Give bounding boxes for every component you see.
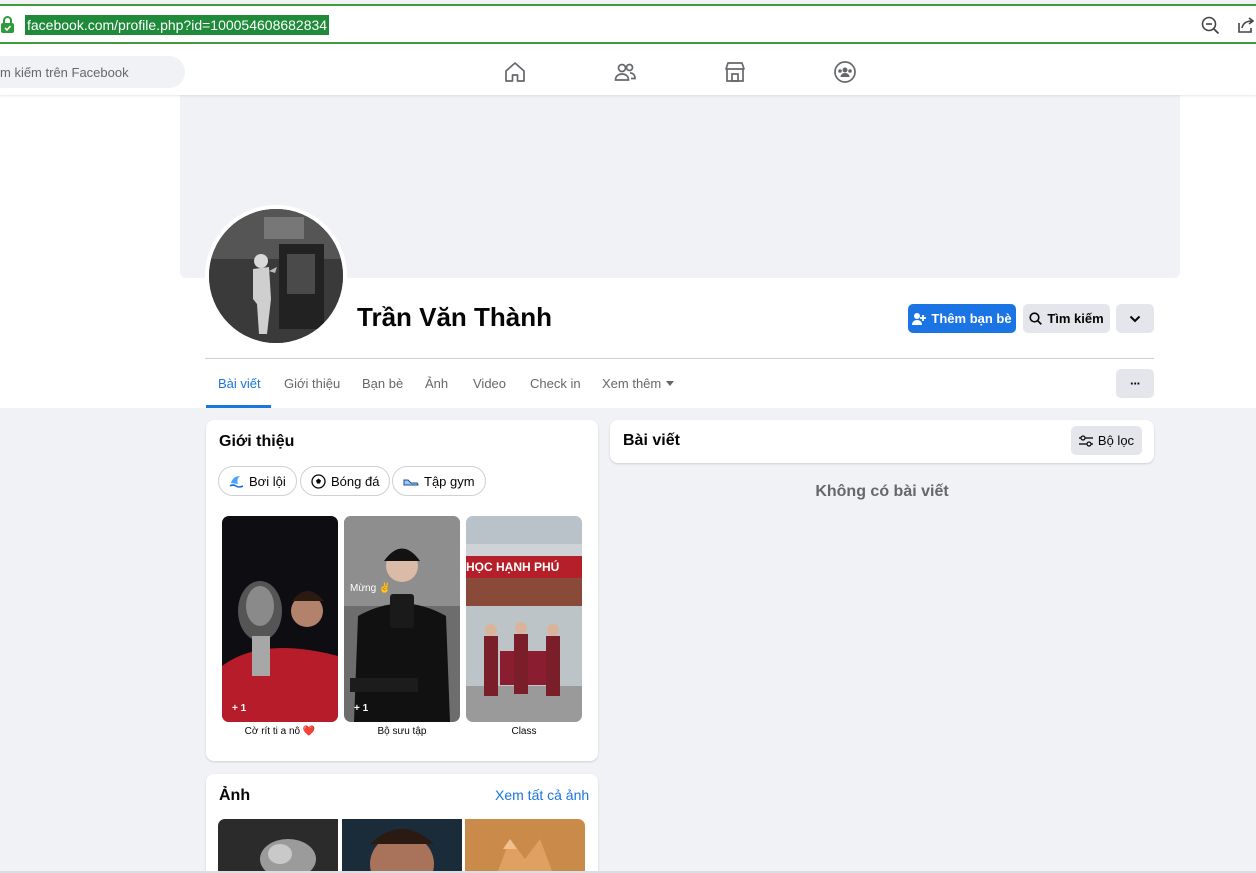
search-input[interactable]: m kiếm trên Facebook — [0, 56, 185, 88]
address-bar-border — [0, 42, 1256, 44]
photo-1 — [218, 819, 338, 873]
featured-count-1: + 1 — [232, 703, 247, 714]
featured-collection-3[interactable]: HỌC HẠNH PHÚ — [466, 516, 582, 722]
caret-down-icon — [666, 380, 675, 386]
hobby-soccer-label: Bóng đá — [331, 473, 380, 489]
tab-videos[interactable]: Video — [473, 376, 506, 391]
share-icon[interactable] — [1236, 15, 1256, 35]
profile-more-button[interactable] — [1116, 304, 1154, 333]
filter-icon — [1078, 434, 1093, 447]
tab-more-options-button[interactable]: ··· — [1116, 369, 1154, 398]
photo-2 — [342, 819, 462, 873]
tab-posts[interactable]: Bài viết — [218, 376, 261, 391]
browser-address-bar: facebook.com/profile.php?id=100054608682… — [0, 0, 1256, 49]
more-options-icon: ··· — [1130, 376, 1141, 391]
avatar-photo — [209, 209, 343, 343]
shoe-icon — [403, 479, 419, 486]
see-all-photos-link[interactable]: Xem tất cả ảnh — [495, 787, 589, 803]
url-field[interactable]: facebook.com/profile.php?id=100054608682… — [25, 15, 330, 35]
friends-icon[interactable] — [613, 60, 637, 84]
tab-checkin[interactable]: Check in — [530, 376, 581, 391]
tab-see-more[interactable]: Xem thêm — [602, 376, 675, 391]
featured-collection-1[interactable]: + 1 — [222, 516, 338, 722]
filter-label: Bộ lọc — [1097, 433, 1135, 448]
hobby-soccer[interactable]: Bóng đá — [300, 466, 391, 496]
search-placeholder: m kiếm trên Facebook — [0, 65, 129, 80]
photos-title: Ảnh — [219, 787, 251, 804]
add-friend-button[interactable]: Thêm bạn bè — [908, 304, 1016, 333]
photo-thumb-1[interactable] — [218, 819, 338, 873]
active-tab-indicator — [206, 405, 271, 408]
featured-photo-3 — [466, 516, 582, 722]
featured-label-3: Class — [511, 726, 537, 737]
posts-title: Bài viết — [623, 432, 680, 449]
search-profile-label: Tìm kiếm — [1047, 311, 1104, 326]
featured-count-2: + 1 — [354, 703, 369, 714]
featured-label-2: Bộ sưu tập — [377, 726, 427, 737]
zoom-out-icon[interactable] — [1200, 15, 1220, 35]
home-icon[interactable] — [503, 60, 527, 84]
lock-icon — [1, 16, 14, 33]
soccer-ball-icon — [311, 473, 326, 489]
featured-overlay-3: HỌC HẠNH PHÚ — [466, 560, 560, 574]
featured-photo-2 — [344, 516, 460, 722]
tab-about[interactable]: Giới thiệu — [284, 376, 340, 391]
browser-tab-strip — [0, 0, 1256, 6]
photo-3 — [465, 819, 585, 873]
profile-avatar[interactable] — [205, 205, 347, 347]
featured-label-1: Cờ rít ti a nô ❤️ — [244, 726, 316, 737]
filter-button[interactable]: Bộ lọc — [1071, 426, 1142, 455]
featured-photo-1 — [222, 516, 338, 722]
chevron-down-icon — [1129, 315, 1141, 322]
hobby-gym[interactable]: Tập gym — [392, 466, 486, 496]
facebook-header: m kiếm trên Facebook — [0, 49, 1256, 95]
search-icon — [1029, 312, 1043, 325]
photo-thumb-2[interactable] — [342, 819, 462, 873]
intro-title: Giới thiệu — [219, 433, 295, 450]
marketplace-icon[interactable] — [723, 60, 747, 84]
tab-friends[interactable]: Bạn bè — [362, 376, 403, 391]
tab-see-more-label: Xem thêm — [602, 376, 662, 391]
featured-overlay-2: Mừng ✌️ — [350, 583, 392, 594]
add-friend-label: Thêm bạn bè — [931, 311, 1012, 326]
hobby-gym-label: Tập gym — [424, 473, 475, 489]
search-profile-button[interactable]: Tìm kiếm — [1023, 304, 1110, 333]
profile-name: Trần Văn Thành — [357, 302, 553, 332]
profile-divider — [205, 358, 1154, 359]
tab-photos[interactable]: Ảnh — [425, 376, 448, 391]
no-posts-message: Không có bài viết — [815, 483, 949, 500]
swimming-icon — [229, 475, 244, 488]
groups-icon[interactable] — [833, 60, 857, 84]
featured-collection-2[interactable]: Mừng ✌️ + 1 — [344, 516, 460, 722]
photo-thumb-3[interactable] — [465, 819, 585, 873]
add-friend-icon — [912, 312, 927, 325]
hobby-swimming-label: Bơi lội — [249, 473, 286, 489]
hobby-swimming[interactable]: Bơi lội — [218, 466, 297, 496]
